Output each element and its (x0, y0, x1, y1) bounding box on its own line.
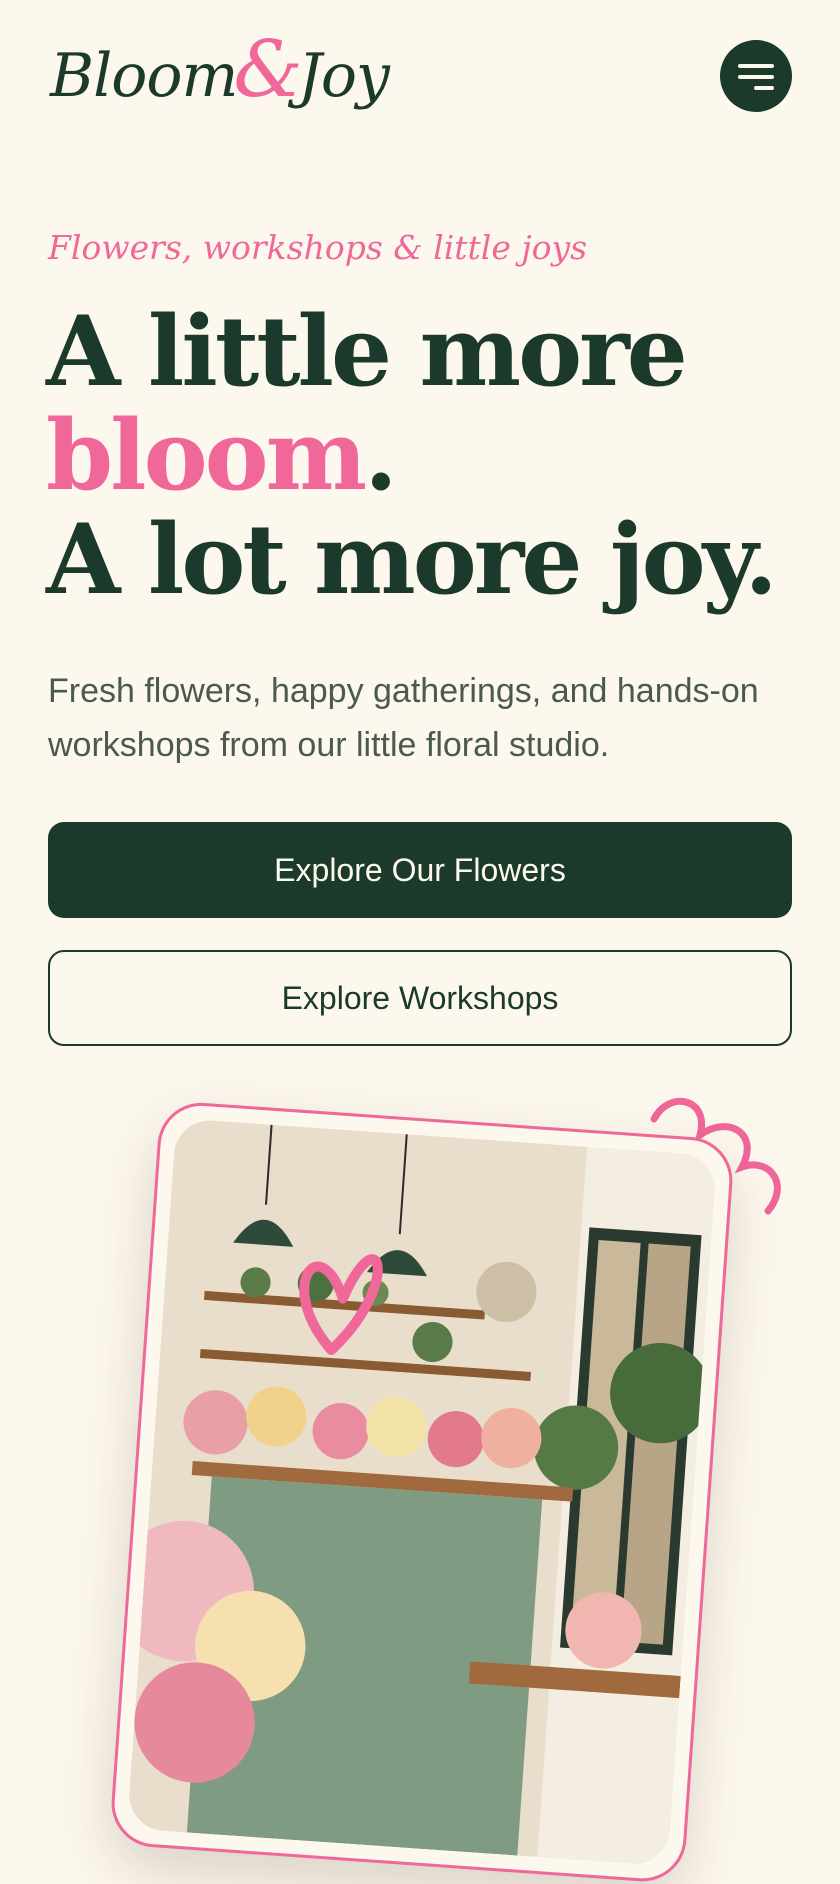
hero-description: Fresh flowers, happy gatherings, and han… (48, 672, 759, 764)
brand-ampersand: & (233, 25, 302, 115)
headline-line-1: A little more (46, 295, 688, 408)
menu-button[interactable] (720, 40, 792, 112)
headline-line-2: bloom. (46, 404, 775, 508)
brand-name-part1: Bloom (50, 41, 238, 111)
brand-logo[interactable]: Bloom&Joy (50, 30, 390, 116)
headline-period: . (364, 399, 397, 512)
explore-flowers-button[interactable]: Explore Our Flowers (48, 822, 792, 918)
flower-shop-photo (126, 1118, 718, 1867)
explore-workshops-button[interactable]: Explore Workshops (48, 950, 792, 1046)
headline-line-3: A lot more joy. (46, 503, 778, 616)
headline-accent-word: bloom (46, 399, 367, 512)
hero-tagline: Flowers, workshops & little joys (48, 228, 588, 267)
hero-headline: A little more bloom. A lot more joy. (46, 295, 778, 616)
brand-name-part2: Joy (297, 41, 390, 111)
hero-photo-card (108, 1099, 736, 1884)
site-header: Bloom&Joy (0, 0, 840, 150)
